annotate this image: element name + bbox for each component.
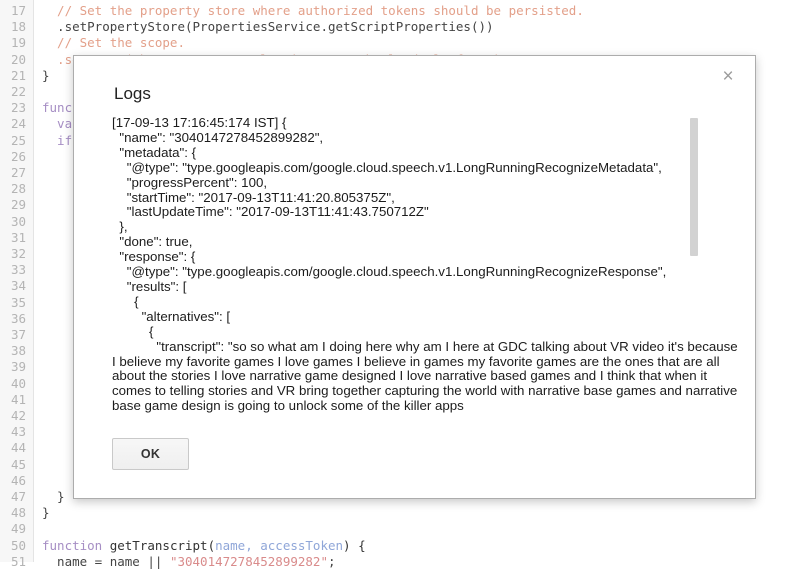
- code-token: // Set the property store where authoriz…: [42, 3, 584, 18]
- line-number: 47: [10, 489, 26, 504]
- line-number: 29: [10, 197, 26, 213]
- line-number: 18: [10, 19, 26, 35]
- line-number: 23: [10, 100, 26, 116]
- line-number: 51: [10, 553, 26, 569]
- code-line[interactable]: .setPropertyStore(PropertiesService.getS…: [42, 19, 494, 34]
- dialog-title: Logs: [114, 84, 151, 103]
- close-icon[interactable]: ×: [715, 64, 741, 90]
- code-line[interactable]: // Set the property store where authoriz…: [42, 3, 584, 18]
- ok-button[interactable]: OK: [112, 438, 189, 470]
- line-number: 35: [10, 294, 26, 310]
- code-line[interactable]: }: [42, 505, 50, 520]
- logs-dialog: Logs × [17-09-13 17:16:45:174 IST] { "na…: [73, 55, 756, 499]
- code-line[interactable]: }: [42, 68, 50, 83]
- line-number: 45: [10, 456, 26, 472]
- line-number: 44: [10, 440, 26, 456]
- code-token: }: [42, 489, 65, 504]
- line-number: 27: [10, 165, 26, 180]
- line-number: 50: [10, 537, 26, 553]
- code-token: ;: [327, 553, 336, 569]
- line-number: 48: [10, 505, 26, 521]
- line-number: 24: [10, 116, 26, 132]
- line-number: 33: [10, 262, 26, 278]
- code-line[interactable]: func: [42, 100, 72, 115]
- code-line[interactable]: va: [42, 116, 72, 131]
- line-number: 32: [10, 246, 26, 261]
- line-number: 37: [10, 327, 26, 342]
- line-number: 19: [10, 35, 26, 51]
- code-token: }: [42, 67, 50, 83]
- code-token: va: [42, 116, 73, 132]
- code-token: // Set the scope.: [42, 35, 185, 51]
- code-token: }: [42, 505, 50, 521]
- line-number: 38: [10, 343, 26, 359]
- line-number: 20: [10, 51, 26, 67]
- line-number: 42: [10, 408, 26, 423]
- line-number: 21: [10, 67, 26, 83]
- line-number: 41: [10, 391, 26, 407]
- code-token: func: [42, 100, 73, 116]
- code-token: "3040147278452899282": [169, 553, 328, 569]
- log-scroll-region[interactable]: [17-09-13 17:16:45:174 IST] { "name": "3…: [112, 116, 738, 421]
- code-token: getTranscript(: [109, 537, 216, 553]
- line-number: 28: [10, 181, 26, 197]
- line-number: 22: [10, 84, 26, 99]
- line-number: 34: [10, 278, 26, 294]
- line-number: 25: [10, 132, 26, 148]
- line-number: 30: [10, 213, 26, 229]
- line-number: 31: [10, 229, 26, 245]
- line-number: 40: [10, 375, 26, 391]
- code-line[interactable]: // Set the scope.: [42, 35, 185, 50]
- line-number: 43: [10, 424, 26, 440]
- code-token: name = name ||: [42, 553, 170, 569]
- line-number: 26: [10, 148, 26, 164]
- code-line[interactable]: if: [42, 133, 72, 148]
- code-token: if: [42, 132, 73, 148]
- code-token: .setPropertyStore(PropertiesService.getS…: [42, 19, 494, 35]
- code-line[interactable]: name = name || "3040147278452899282";: [42, 553, 336, 569]
- line-number: 39: [10, 359, 26, 375]
- line-number: 46: [10, 472, 26, 488]
- line-number: 17: [10, 3, 26, 18]
- line-number: 36: [10, 310, 26, 326]
- log-scrollbar-thumb[interactable]: [690, 118, 698, 256]
- line-number: 49: [10, 521, 26, 537]
- code-line[interactable]: }: [42, 489, 65, 504]
- code-token: ) {: [343, 537, 366, 553]
- code-token: function: [42, 537, 110, 553]
- code-token: name, accessToken: [215, 537, 344, 553]
- code-line[interactable]: function getTranscript(name, accessToken…: [42, 538, 366, 553]
- log-output-text: [17-09-13 17:16:45:174 IST] { "name": "3…: [112, 116, 738, 414]
